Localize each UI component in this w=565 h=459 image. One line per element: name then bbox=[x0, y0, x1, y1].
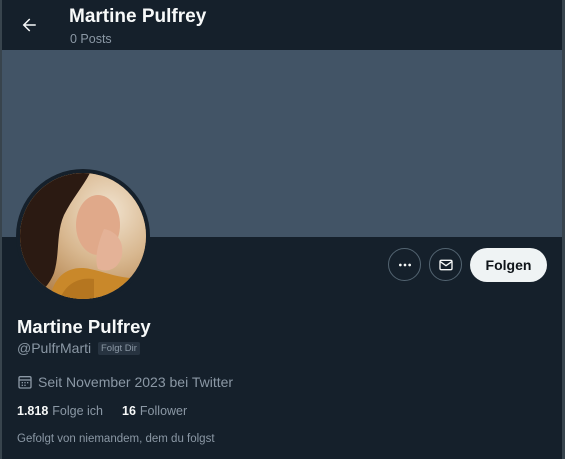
arrow-left-icon bbox=[20, 16, 38, 34]
following-link[interactable]: 1.818 Folge ich bbox=[17, 404, 103, 418]
joined-text: Seit November 2023 bei Twitter bbox=[38, 374, 234, 390]
header-title: Martine Pulfrey bbox=[69, 6, 207, 27]
profile-header-bar: Martine Pulfrey 0 Posts bbox=[2, 0, 562, 50]
avatar[interactable] bbox=[16, 169, 150, 303]
envelope-icon bbox=[438, 257, 454, 273]
more-horizontal-icon bbox=[397, 257, 413, 273]
message-button[interactable] bbox=[429, 248, 462, 281]
calendar-icon bbox=[17, 374, 33, 390]
follows-you-badge: Folgt Dir bbox=[98, 342, 140, 355]
more-options-button[interactable] bbox=[388, 248, 421, 281]
profile-handle: @PulfrMarti bbox=[17, 340, 92, 356]
follow-button[interactable]: Folgen bbox=[470, 248, 547, 282]
follow-stats: 1.818 Folge ich 16 Follower bbox=[17, 404, 187, 418]
followers-label: Follower bbox=[139, 404, 188, 418]
profile-page: Martine Pulfrey 0 Posts Folgen Martine P… bbox=[0, 0, 565, 459]
following-count: 1.818 bbox=[17, 404, 49, 418]
avatar-image bbox=[20, 173, 146, 299]
followed-by-text: Gefolgt von niemandem, dem du folgst bbox=[17, 433, 215, 445]
profile-display-name: Martine Pulfrey bbox=[17, 316, 151, 337]
followers-link[interactable]: 16 Follower bbox=[122, 404, 187, 418]
followers-count: 16 bbox=[122, 404, 136, 418]
following-label: Folge ich bbox=[52, 404, 104, 418]
back-button[interactable] bbox=[12, 8, 46, 42]
joined-date: Seit November 2023 bei Twitter bbox=[17, 373, 233, 391]
header-post-count: 0 Posts bbox=[70, 32, 112, 46]
